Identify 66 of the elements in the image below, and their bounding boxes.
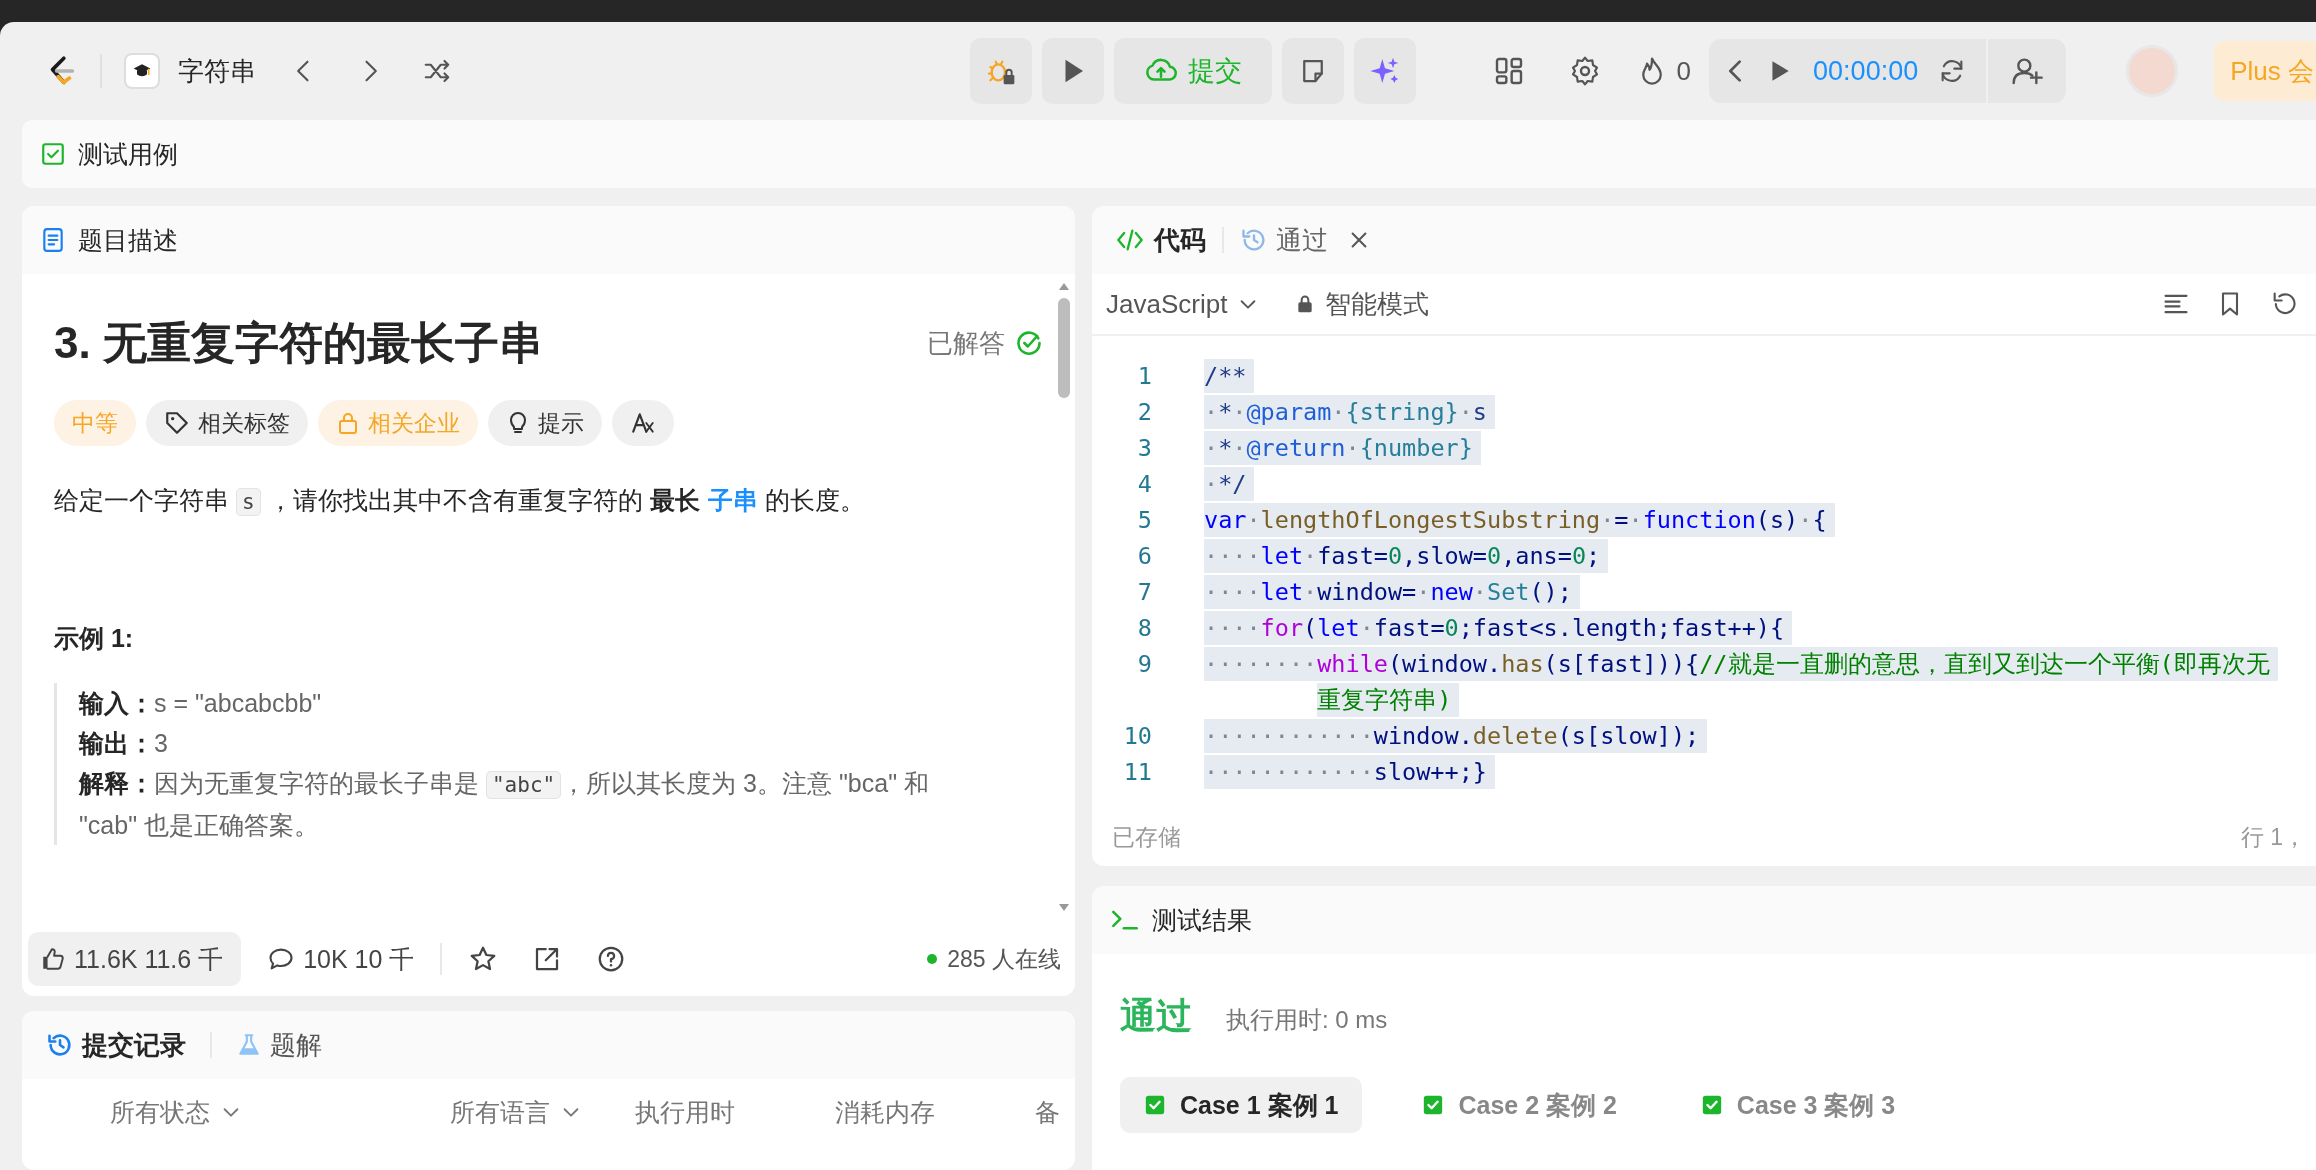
hint-button[interactable]: 提示 (488, 400, 602, 446)
line-number: 9 (1136, 650, 1152, 678)
line-number: 2 (1136, 398, 1152, 426)
test-case-tab[interactable]: Case 2 案例 2 (1398, 1077, 1641, 1133)
solutions-tab[interactable]: 题解 (230, 1023, 328, 1067)
example-line: 输出：3 (79, 728, 169, 759)
online-count: 285 人在线 (947, 944, 1061, 974)
language-dropdown[interactable]: JavaScript (1106, 288, 1260, 320)
column-header: 执行用时 (635, 1096, 735, 1128)
column-filter[interactable]: 所有状态 (110, 1095, 242, 1129)
comments-button[interactable]: 10K 10 千 (259, 938, 423, 980)
cursor-position: 行 1， (2240, 822, 2307, 852)
like-button[interactable]: 11.6K 11.6 千 (28, 932, 242, 986)
document-icon (40, 226, 66, 254)
translate-button[interactable] (612, 400, 674, 446)
topics-tag-button[interactable]: 相关标签 (146, 400, 308, 446)
line-number: 3 (1136, 434, 1152, 462)
example-line: 输入：s = "abcabcbb" (79, 688, 323, 719)
ai-assistant-button[interactable] (1354, 38, 1416, 104)
line-number: 8 (1136, 614, 1152, 642)
runtime-text: 执行用时: 0 ms (1226, 1005, 1388, 1035)
note-button[interactable] (1282, 38, 1344, 104)
solved-status: 已解答 (927, 326, 1005, 360)
test-result-tab[interactable]: 测试结果 (1152, 903, 1252, 937)
lock-icon (336, 410, 360, 436)
scrollbar-thumb[interactable] (1058, 298, 1070, 398)
verdict-text: 通过 (1120, 994, 1192, 1038)
problem-list-title[interactable]: 字符串 (178, 53, 256, 89)
line-number: 10 (1122, 722, 1152, 750)
timer-display: 00:00:00 (1813, 55, 1919, 87)
debug-button[interactable] (970, 38, 1032, 104)
invite-button[interactable] (1986, 39, 2067, 103)
thumbs-up-icon (40, 946, 66, 972)
test-case-tab[interactable]: Case 3 案例 3 (1676, 1077, 1920, 1133)
line-number: 1 (1136, 362, 1152, 390)
online-status-dot (927, 954, 938, 964)
example-line: 解释：因为无重复字符的最长子串是 "abc" ，所以其长度为 3。注意 "bca" 和 "cab" 也是正确答案。 (79, 768, 930, 841)
problem-list-button[interactable] (124, 53, 160, 89)
line-number: 6 (1136, 542, 1152, 570)
run-button[interactable] (1042, 38, 1104, 104)
line-number: 5 (1136, 506, 1152, 534)
add-user-icon (2011, 55, 2044, 87)
checkbox-icon (40, 141, 66, 167)
column-header: 消耗内存 (835, 1096, 935, 1128)
history-icon (46, 1031, 74, 1059)
tag-icon (164, 410, 190, 436)
testcase-title[interactable]: 测试用例 (78, 137, 178, 171)
description-tab[interactable]: 题目描述 (78, 223, 178, 257)
line-number: 7 (1136, 578, 1152, 606)
check-circle-icon (1015, 329, 1043, 357)
example-heading: 示例 1: (54, 623, 135, 654)
problem-description: 给定一个字符串 s ，请你找出其中不含有重复字符的 最长 子串 的长度。 (54, 485, 867, 518)
column-header: 备 (1035, 1096, 1060, 1128)
translate-icon (630, 410, 656, 436)
streak-count: 0 (1676, 55, 1692, 87)
test-case-tab[interactable]: Case 1 案例 1 (1120, 1077, 1363, 1133)
line-number: 4 (1136, 470, 1152, 498)
line-number: 11 (1122, 758, 1152, 786)
column-filter[interactable]: 所有语言 (450, 1095, 582, 1129)
result-tab[interactable]: 通过 (1236, 218, 1332, 262)
editor-mode-label: 智能模式 (1325, 287, 1430, 321)
chevron-left-icon (1729, 60, 1742, 82)
submissions-tab[interactable]: 提交记录 (40, 1023, 192, 1067)
code-tab[interactable]: 代码 (1110, 218, 1210, 262)
save-status: 已存储 (1112, 822, 1181, 852)
problem-title: 3. 无重复字符的最长子串 (54, 316, 543, 369)
